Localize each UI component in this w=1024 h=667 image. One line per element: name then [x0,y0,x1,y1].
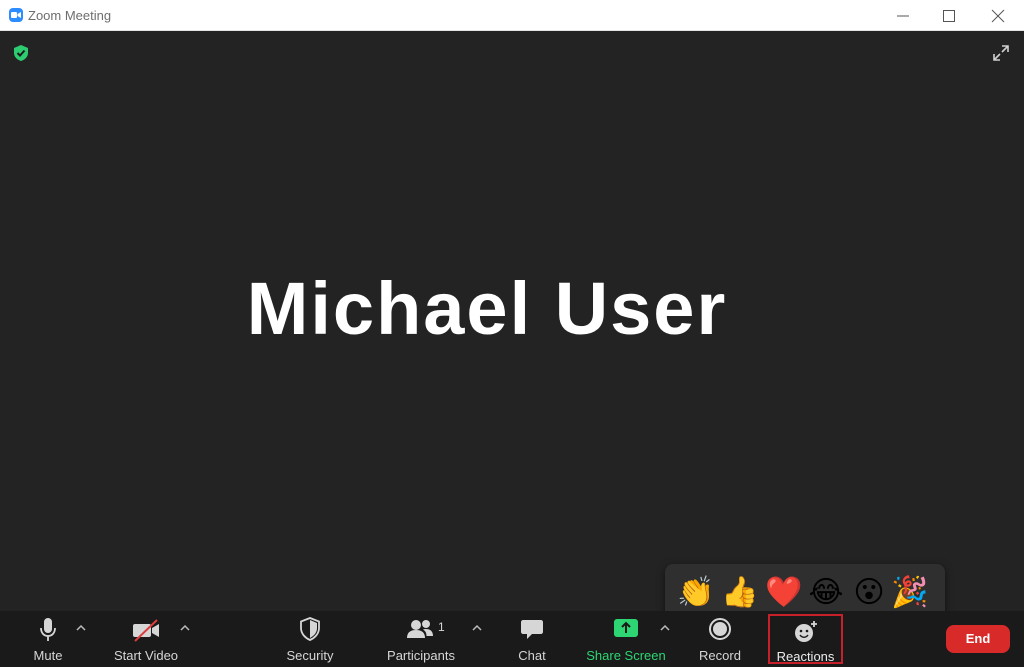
security-button[interactable]: Security [280,611,340,667]
audio-options-chevron-up-icon[interactable] [76,621,90,635]
video-options-chevron-up-icon[interactable] [180,621,194,635]
security-label: Security [286,648,334,663]
reactions-label: Reactions [776,649,835,664]
share-screen-label: Share Screen [586,648,666,663]
meeting-toolbar: Mute Start Video Security 1 Participants… [0,611,1024,667]
chat-button[interactable]: Chat [508,611,556,667]
reaction-tada[interactable]: 🎉 [891,574,929,612]
zoom-app-icon [9,8,23,22]
fullscreen-icon[interactable] [992,44,1010,62]
record-label: Record [699,648,741,663]
participant-name: Michael User [246,267,728,350]
share-screen-button[interactable]: Share Screen [584,611,668,667]
title-bar: Zoom Meeting [0,0,1024,31]
video-stage: Michael User 👏 👍 ❤️ 😂 😮 🎉 [0,31,1024,622]
reaction-thumbs-up[interactable]: 👍 [721,574,759,612]
participants-icon [406,617,434,644]
share-options-chevron-up-icon[interactable] [660,621,674,635]
chat-label: Chat [518,648,546,663]
smiley-add-icon [793,619,819,648]
share-screen-icon [613,617,639,642]
participants-count-badge: 1 [438,620,445,634]
encryption-shield-icon[interactable] [13,44,29,67]
participants-label: Participants [387,648,455,663]
reaction-heart[interactable]: ❤️ [765,574,803,612]
start-video-button[interactable]: Start Video [108,611,184,667]
maximize-button[interactable] [926,0,972,31]
shield-icon [299,617,321,644]
chat-bubble-icon [520,617,544,644]
record-button[interactable]: Record [692,611,748,667]
reaction-open-mouth[interactable]: 😮 [850,574,888,612]
close-button[interactable] [975,0,1021,31]
reaction-clap[interactable]: 👏 [677,574,715,612]
reactions-button[interactable]: Reactions [768,614,843,664]
reaction-tears-of-joy[interactable]: 😂 [807,574,845,612]
participants-button[interactable]: 1 Participants [382,611,460,667]
mute-label: Mute [33,648,63,663]
mute-button[interactable]: Mute [18,611,78,667]
minimize-button[interactable] [880,0,926,31]
video-off-icon [131,617,161,646]
end-meeting-button[interactable]: End [946,625,1010,653]
record-icon [708,617,732,644]
start-video-label: Start Video [113,648,179,663]
microphone-icon [38,617,58,646]
participants-options-chevron-up-icon[interactable] [472,621,486,635]
window-title: Zoom Meeting [28,8,112,23]
